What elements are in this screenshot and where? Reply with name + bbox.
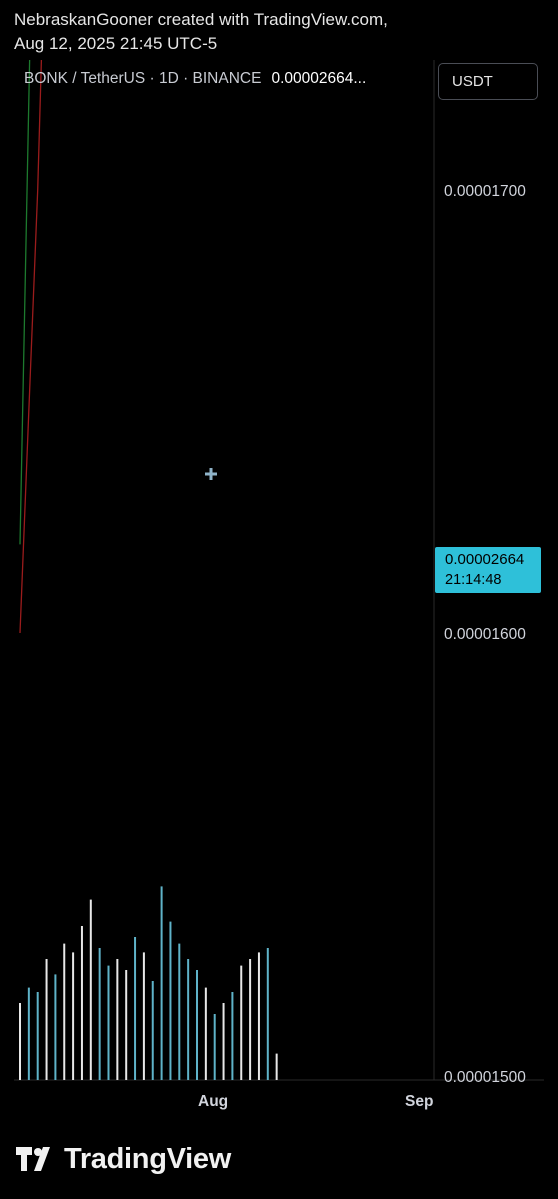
x-tick-label: Sep xyxy=(405,1093,433,1110)
volume-bar xyxy=(213,1014,216,1080)
y-tick-label: 0.00001700 xyxy=(444,183,526,200)
symbol-text: BONK / TetherUS · 1D · BINANCE xyxy=(24,70,262,87)
symbol-last-value: 0.00002664... xyxy=(271,70,367,87)
y-tick-label: 0.00001600 xyxy=(444,626,526,643)
volume-bar xyxy=(89,899,92,1080)
volume-bar xyxy=(80,926,83,1080)
volume-bar xyxy=(107,965,110,1080)
volume-bar xyxy=(116,959,119,1080)
volume-bar xyxy=(266,948,269,1080)
volume-bar xyxy=(222,1003,225,1080)
logo-wordmark: TradingView xyxy=(64,1142,231,1175)
bar-countdown: 21:14:48 xyxy=(445,572,502,588)
last-price-value: 0.00002664 xyxy=(445,551,525,568)
volume-bar xyxy=(196,970,198,1080)
attribution-line-1: NebraskanGooner created with TradingView… xyxy=(14,10,388,29)
volume-bar xyxy=(63,943,66,1080)
volume-bar xyxy=(19,1003,21,1080)
x-tick-label: Aug xyxy=(198,1093,228,1110)
volume-bar xyxy=(54,974,57,1080)
volume-bar xyxy=(257,952,260,1080)
volume-bar xyxy=(169,921,172,1080)
volume-bar xyxy=(98,948,101,1080)
chart-attribution: NebraskanGooner created with TradingView… xyxy=(14,8,388,56)
y-tick-label: 0.00001500 xyxy=(444,1069,526,1086)
volume-bar xyxy=(125,970,128,1080)
symbol-legend[interactable]: BONK / TetherUS · 1D · BINANCE 0.00002664… xyxy=(24,70,366,88)
volume-bar xyxy=(27,987,30,1080)
volume-bar xyxy=(72,952,75,1080)
volume-bar xyxy=(240,965,243,1080)
volume-bar xyxy=(134,937,137,1080)
tradingview-logo-icon xyxy=(16,1147,50,1171)
currency-button[interactable]: USDT xyxy=(438,63,538,100)
volume-bar xyxy=(45,959,48,1080)
volume-bar xyxy=(160,886,163,1080)
volume-bar xyxy=(249,959,252,1080)
tradingview-logo: TradingView xyxy=(16,1143,231,1175)
volume-bar xyxy=(204,987,207,1080)
volume-bar xyxy=(275,1053,278,1080)
last-price-tag: 0.00002664 21:14:48 xyxy=(435,547,541,593)
volume-bar xyxy=(231,992,234,1080)
attribution-line-2: Aug 12, 2025 21:45 UTC-5 xyxy=(14,34,218,53)
volume-bar xyxy=(187,959,190,1080)
volume-bar xyxy=(142,952,145,1080)
volume-bar xyxy=(151,981,154,1080)
volume-bar xyxy=(36,992,39,1080)
volume-bar xyxy=(178,943,181,1080)
